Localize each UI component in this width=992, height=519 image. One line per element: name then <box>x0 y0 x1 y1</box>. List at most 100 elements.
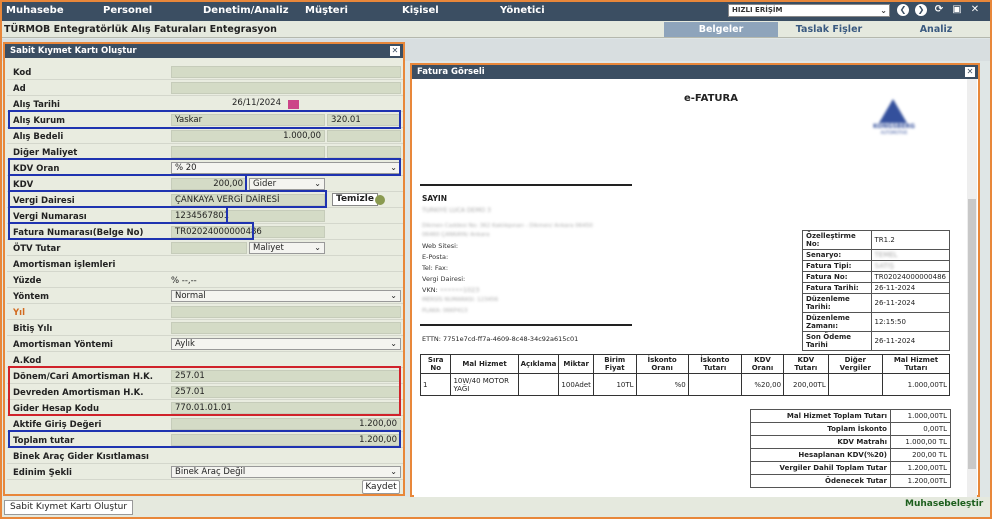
items-cell: 10TL <box>592 373 637 396</box>
amortisman-yontemi-select[interactable]: Aylık ⌄ <box>171 338 401 350</box>
row-yuzde: Yüzde% --,-- <box>7 273 403 288</box>
divider <box>420 184 632 186</box>
menu-yonetici[interactable]: Yönetici <box>500 5 545 16</box>
alis-kurum-name[interactable]: Yaskar <box>171 114 325 126</box>
ozel-row: Fatura Tarihi: 26-11-2024 <box>802 282 950 294</box>
row-vergi-numarasi: Vergi Numarası 1234567801 <box>7 209 403 224</box>
aktife-giris-input[interactable]: 1.200,00 <box>171 418 401 430</box>
row-kdv: KDV 200,00 Gider ⌄ <box>7 177 403 192</box>
temizle-button[interactable]: Temizle <box>332 193 378 206</box>
vertical-scrollbar[interactable] <box>967 79 977 497</box>
row-fatura-numarasi: Fatura Numarası(Belge No) TR0202400000048… <box>7 225 403 240</box>
donem-cari-input[interactable]: 257.01 <box>171 370 401 382</box>
chevron-down-icon: ⌄ <box>880 6 887 15</box>
buyer-address: Dikmen Caddesi No: 362 Kaklıkpınarı - Di… <box>422 223 593 229</box>
alis-bedeli-extra[interactable] <box>327 130 401 142</box>
buyer-vkn: VKN: ••••••1023 <box>422 286 480 294</box>
kdv-type-select[interactable]: Gider ⌄ <box>249 178 325 190</box>
bitis-yili-input[interactable] <box>171 322 401 334</box>
kaydet-button[interactable]: Kaydet <box>362 480 400 494</box>
ozel-label: Fatura No: <box>802 271 872 283</box>
otv-tutar-input[interactable] <box>171 242 247 254</box>
edinim-select[interactable]: Binek Araç Değil ⌄ <box>171 466 401 478</box>
toplam-tutar-input[interactable]: 1.200,00 <box>171 434 401 446</box>
otv-type-select[interactable]: Maliyet ⌄ <box>249 242 325 254</box>
alis-bedeli-input[interactable]: 1.000,00 <box>171 130 325 142</box>
window-icon[interactable]: ▣ <box>951 4 963 16</box>
ad-input[interactable] <box>171 82 401 94</box>
yuzde-value: % --,-- <box>171 276 197 286</box>
row-amortisman-islemleri: Amortisman işlemleri <box>7 257 403 272</box>
tab-taslak-fisler[interactable]: Taslak Fişler <box>778 22 880 37</box>
buyer-name: TÜRKİYE LUCA DEMO 3 <box>422 207 491 214</box>
ozel-value: TR02024000000486 <box>870 271 950 283</box>
module-header: TÜRMOB Entegratörlük Alış Faturaları Ent… <box>0 21 992 38</box>
chevron-down-icon: ⌄ <box>390 291 397 300</box>
muhasebelestir-button[interactable]: Muhasebeleştir <box>905 499 983 509</box>
ozel-label: Düzenleme Tarihi: <box>802 293 872 313</box>
vergi-dairesi-input[interactable]: ÇANKAYA VERGİ DAİRESİ <box>171 194 325 206</box>
menu-kisisel[interactable]: Kişisel <box>402 5 439 16</box>
tab-belgeler[interactable]: Belgeler <box>664 22 778 37</box>
kdv-oran-select[interactable]: % 20 ⌄ <box>171 162 401 174</box>
totals-value: 1.000,00TL <box>890 409 951 423</box>
fixed-asset-window: Sabit Kıymet Kartı Oluştur ✕ Kod Ad Alış … <box>3 42 405 496</box>
ozel-row: Son Ödeme Tarihi 26-11-2024 <box>802 331 950 351</box>
scrollbar-thumb[interactable] <box>968 199 976 469</box>
items-header-cell: Açıklama <box>517 354 560 374</box>
close-icon[interactable]: ✕ <box>965 67 975 77</box>
sayin-label: SAYIN <box>422 194 447 203</box>
items-cell <box>827 373 883 396</box>
items-header-cell: Sıra No <box>419 354 452 374</box>
quick-access-select[interactable]: HIZLI ERİŞİM ⌄ <box>728 4 890 17</box>
menu-personel[interactable]: Personel <box>103 5 152 16</box>
menu-musteri[interactable]: Müşteri <box>305 5 348 16</box>
totals-table: Mal Hizmet Toplam Tutarı 1.000,00TL Toplam… <box>750 409 951 488</box>
ettn: ETTN: 7751e7cd-ff7a-4609-8c48-34c92a615c… <box>422 335 579 343</box>
ozel-value: TEMEL <box>870 249 950 261</box>
vergi-numarasi-input[interactable]: 1234567801 <box>171 210 325 222</box>
menu-muhasebe[interactable]: Muhasebe <box>6 5 64 16</box>
chevron-down-icon: ⌄ <box>390 339 397 348</box>
ozel-value: 26-11-2024 <box>870 293 950 313</box>
totals-label: Hesaplanan KDV(%20) <box>750 448 891 462</box>
diger-maliyet-input[interactable] <box>171 146 325 158</box>
status-left-tab[interactable]: Sabit Kıymet Kartı Oluştur <box>4 500 134 515</box>
items-cell: 1.000,00TL <box>881 373 951 396</box>
forward-icon[interactable]: ❯ <box>915 4 927 16</box>
back-icon[interactable]: ❮ <box>897 4 909 16</box>
add-icon[interactable] <box>375 195 385 205</box>
ozel-row: Fatura Tipi: SATIŞ <box>802 260 950 272</box>
row-toplam-tutar: Toplam tutar 1.200,00 <box>7 433 403 448</box>
calendar-icon[interactable] <box>288 100 299 109</box>
chevron-down-icon: ⌄ <box>314 179 321 188</box>
fatura-numarasi-input[interactable]: TR02024000000486 <box>171 226 325 238</box>
totals-value: 1.000,00 TL <box>890 435 951 449</box>
items-header-cell: Mal Hizmet <box>450 354 519 374</box>
items-cell: 1 <box>419 373 452 396</box>
diger-maliyet-extra[interactable] <box>327 146 401 158</box>
kod-input[interactable] <box>171 66 401 78</box>
ozel-row: Düzenleme Zamanı: 12:15:50 <box>802 312 950 332</box>
items-header-cell: İskonto Tutarı <box>687 354 742 374</box>
buyer-mersis: MERSİS NUMARASI: 123456 <box>422 297 499 303</box>
gider-hesap-input[interactable]: 770.01.01.01 <box>171 402 401 414</box>
close-icon[interactable]: ✕ <box>390 46 400 56</box>
refresh-icon[interactable]: ⟳ <box>933 4 945 16</box>
menu-denetim[interactable]: Denetim/Analiz <box>203 5 289 16</box>
items-header-cell: Birim Fiyat <box>592 354 637 374</box>
close-icon[interactable]: ✕ <box>969 4 981 16</box>
ozel-value: SATIŞ <box>870 260 950 272</box>
tab-analiz[interactable]: Analiz <box>880 22 992 37</box>
alis-tarihi-input[interactable]: 26/11/2024 <box>171 98 284 110</box>
items-header-cell: KDV Tutarı <box>783 354 829 374</box>
company-logo: KONGSBERG AUTOMOTIVE <box>869 99 919 139</box>
ozel-row: Senaryo: TEMEL <box>802 249 950 261</box>
devreden-input[interactable]: 257.01 <box>171 386 401 398</box>
buyer-email: E-Posta: <box>422 253 449 261</box>
kdv-input[interactable]: 200,00 <box>171 178 247 190</box>
yil-input[interactable] <box>171 306 401 318</box>
alis-kurum-code[interactable]: 320.01 <box>327 114 401 126</box>
invoice-document: e-FATURA KONGSBERG AUTOMOTIVE SAYIN TÜRK… <box>414 79 969 497</box>
yontem-select[interactable]: Normal ⌄ <box>171 290 401 302</box>
